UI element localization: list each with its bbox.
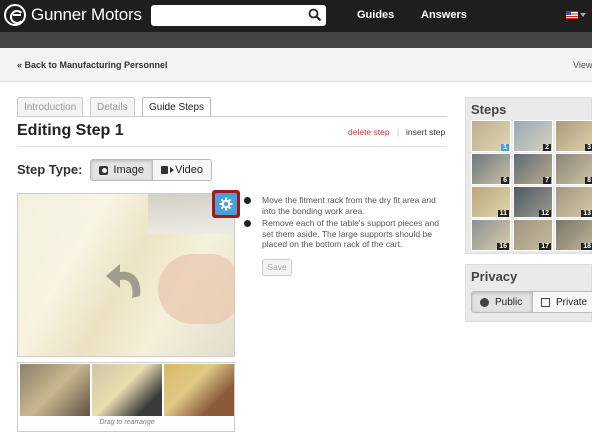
camera-icon	[99, 165, 109, 175]
step-thumbnail[interactable]: 11	[471, 186, 511, 218]
sub-header-strip	[0, 32, 592, 48]
rotate-arrow-icon	[106, 264, 141, 298]
step-type-label: Step Type:	[17, 162, 83, 177]
back-link[interactable]: « Back to Manufacturing Personnel	[17, 60, 168, 70]
video-type-label: Video	[175, 164, 203, 176]
tab-underline	[17, 116, 447, 117]
divider	[17, 146, 447, 147]
image-thumbnail-strip: Drag to rearrange	[17, 362, 235, 432]
site-logo[interactable]: Gunner Motors	[4, 4, 142, 26]
main-step-image[interactable]	[17, 193, 235, 357]
bullet-icon[interactable]	[244, 220, 251, 227]
step-thumbnail[interactable]: 16	[471, 219, 511, 251]
insert-step-link[interactable]: insert step	[406, 127, 445, 137]
save-button[interactable]: Save	[262, 259, 292, 276]
nav-answers-link[interactable]: Answers	[421, 9, 467, 21]
link-separator: |	[397, 127, 400, 137]
us-flag-icon[interactable]	[566, 11, 578, 19]
steps-panel: Steps 1 2 3 6 7 8 11 12 13 16 17 18	[465, 97, 592, 254]
privacy-title: Privacy	[471, 269, 518, 284]
bullet-text[interactable]: Move the fitment rack from the dry fit a…	[262, 195, 447, 216]
globe-icon	[480, 297, 489, 307]
public-label: Public	[495, 296, 523, 308]
edit-icon	[541, 297, 550, 307]
step-thumbnail[interactable]: 2	[513, 120, 553, 152]
delete-step-link[interactable]: delete step	[348, 127, 390, 137]
gear-icon	[219, 197, 233, 211]
steps-title: Steps	[471, 102, 507, 117]
search-input[interactable]	[151, 5, 326, 26]
logo-text: Gunner Motors	[31, 5, 142, 24]
breadcrumb: « Back to Manufacturing Personnel View	[0, 48, 592, 82]
video-camera-icon	[161, 166, 169, 174]
image-type-button[interactable]: Image	[90, 159, 153, 181]
tab-guide-steps[interactable]: Guide Steps	[142, 97, 212, 117]
tab-details[interactable]: Details	[90, 97, 135, 116]
thumbnail-image[interactable]	[164, 364, 234, 416]
nav-guides-link[interactable]: Guides	[357, 9, 394, 21]
bullet-text[interactable]: Remove each of the table's support piece…	[262, 218, 447, 250]
public-button[interactable]: Public	[471, 291, 533, 313]
view-link[interactable]: View	[573, 60, 592, 70]
private-label: Private	[556, 296, 588, 308]
step-thumbnail[interactable]: 1	[471, 120, 511, 152]
step-thumbnail[interactable]: 8	[555, 153, 592, 185]
image-type-label: Image	[113, 164, 144, 176]
thumbnail-image[interactable]	[20, 364, 90, 416]
step-thumbnail[interactable]: 7	[513, 153, 553, 185]
top-nav-bar: Gunner Motors Guides Answers	[0, 0, 592, 32]
page-title: Editing Step 1	[17, 122, 124, 139]
search-icon[interactable]	[308, 8, 322, 22]
step-thumbnail[interactable]: 13	[555, 186, 592, 218]
private-button[interactable]: Private	[532, 291, 592, 313]
thumbnail-image[interactable]	[92, 364, 162, 416]
video-type-button[interactable]: Video	[152, 159, 212, 181]
chevron-down-icon[interactable]	[580, 13, 586, 17]
image-hand	[158, 254, 234, 324]
bullet-icon[interactable]	[244, 197, 251, 204]
step-thumbnail[interactable]: 3	[555, 120, 592, 152]
drag-hint: Drag to rearrange	[99, 419, 155, 426]
image-settings-button[interactable]	[212, 190, 240, 218]
step-thumbnail[interactable]: 17	[513, 219, 553, 251]
logo-icon	[4, 4, 26, 26]
privacy-panel: Privacy Public Private	[465, 264, 592, 322]
tab-introduction[interactable]: Introduction	[17, 97, 84, 116]
step-thumbnail[interactable]: 12	[513, 186, 553, 218]
step-thumbnail[interactable]: 18	[555, 219, 592, 251]
step-thumbnail[interactable]: 6	[471, 153, 511, 185]
